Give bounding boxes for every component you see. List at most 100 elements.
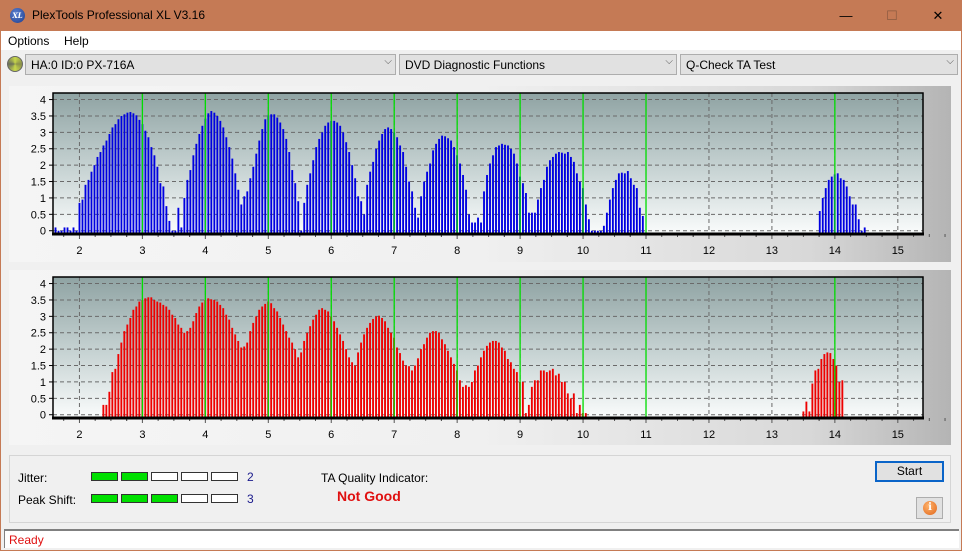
bar [357, 352, 359, 418]
bar [845, 186, 848, 234]
bar [521, 381, 524, 418]
bar [435, 143, 438, 234]
status-bar: Ready [4, 529, 959, 548]
bar [817, 368, 820, 418]
test-select[interactable]: Q-Check TA Test ⌵ [680, 54, 958, 75]
bar [471, 381, 473, 418]
bar [414, 207, 417, 234]
bar [584, 204, 587, 234]
bar [479, 357, 482, 418]
bar [306, 184, 309, 234]
info-button[interactable]: i [916, 497, 943, 519]
test-select-value: Q-Check TA Test [686, 58, 776, 72]
bar [450, 140, 452, 234]
bar [459, 163, 461, 234]
bar [468, 386, 470, 418]
y-tick-label: 0 [40, 410, 46, 422]
bar [123, 114, 126, 234]
bar [81, 199, 84, 234]
menu-options[interactable]: Options [8, 34, 49, 48]
bar [159, 183, 162, 234]
bar [105, 404, 108, 418]
window-title: PlexTools Professional XL V3.16 [32, 8, 205, 22]
bar [566, 152, 569, 234]
bar [114, 124, 117, 234]
bar [165, 306, 168, 418]
menu-help[interactable]: Help [64, 34, 89, 48]
bar [312, 319, 315, 418]
bar [153, 299, 156, 418]
bar [255, 153, 258, 234]
bar [462, 386, 464, 418]
bar [498, 145, 500, 234]
bar [561, 152, 563, 234]
bar [339, 125, 342, 234]
bar [108, 133, 111, 234]
bar [417, 217, 420, 234]
bar [276, 311, 279, 418]
bar [201, 302, 204, 418]
y-tick-label: 2 [40, 160, 46, 172]
bar [117, 119, 120, 234]
chevron-down-icon: ⌵ [384, 56, 392, 67]
bar [420, 196, 423, 234]
bar [183, 332, 186, 418]
maximize-button[interactable]: ☐ [869, 0, 915, 31]
drive-select[interactable]: HA:0 ID:0 PX-716A ⌵ [25, 54, 396, 75]
bar [543, 179, 545, 234]
x-tick-label: 4 [202, 429, 208, 441]
x-tick-label: 15 [892, 245, 904, 257]
bar [375, 148, 378, 234]
bar [351, 165, 354, 234]
bar [240, 347, 243, 418]
meter-segment [91, 472, 118, 481]
bar [315, 314, 318, 418]
bar [249, 331, 252, 418]
bar [495, 147, 497, 234]
bar [354, 365, 356, 418]
bar [805, 401, 808, 418]
bar [240, 204, 243, 234]
bar [614, 179, 617, 234]
bar [821, 197, 824, 234]
bar [369, 171, 372, 234]
bar [841, 380, 844, 418]
start-button[interactable]: Start [875, 461, 944, 482]
bar [411, 370, 413, 418]
bar [552, 156, 554, 234]
meter-segment [211, 472, 238, 481]
bar [497, 342, 500, 418]
bar [225, 137, 228, 234]
bar [572, 393, 575, 418]
peak-shift-meter [91, 494, 238, 503]
x-tick-label: 2 [76, 245, 82, 257]
bar [120, 342, 123, 418]
bar [243, 196, 246, 234]
bar [363, 214, 366, 234]
bar [851, 204, 854, 234]
bar [426, 337, 428, 418]
bar [186, 179, 189, 234]
bar [300, 352, 303, 418]
bar [321, 132, 324, 234]
x-tick-label: 11 [640, 245, 651, 257]
x-tick-label: 4 [202, 245, 208, 257]
peak-shift-value: 3 [247, 492, 254, 506]
minimize-button[interactable]: — [823, 0, 869, 31]
bar [129, 317, 132, 418]
bar [219, 304, 222, 418]
close-button[interactable]: ✕ [915, 0, 961, 31]
bar [441, 339, 443, 418]
bar [243, 346, 246, 418]
bar [264, 303, 267, 418]
bar [510, 148, 512, 234]
bar [285, 331, 288, 418]
function-select[interactable]: DVD Diagnostic Functions ⌵ [399, 54, 677, 75]
bar [351, 362, 354, 418]
bar [234, 334, 237, 418]
y-tick-label: 4 [40, 279, 46, 291]
bar [270, 114, 273, 234]
meter-segment [181, 472, 208, 481]
bar [282, 324, 285, 418]
bar [476, 365, 479, 418]
